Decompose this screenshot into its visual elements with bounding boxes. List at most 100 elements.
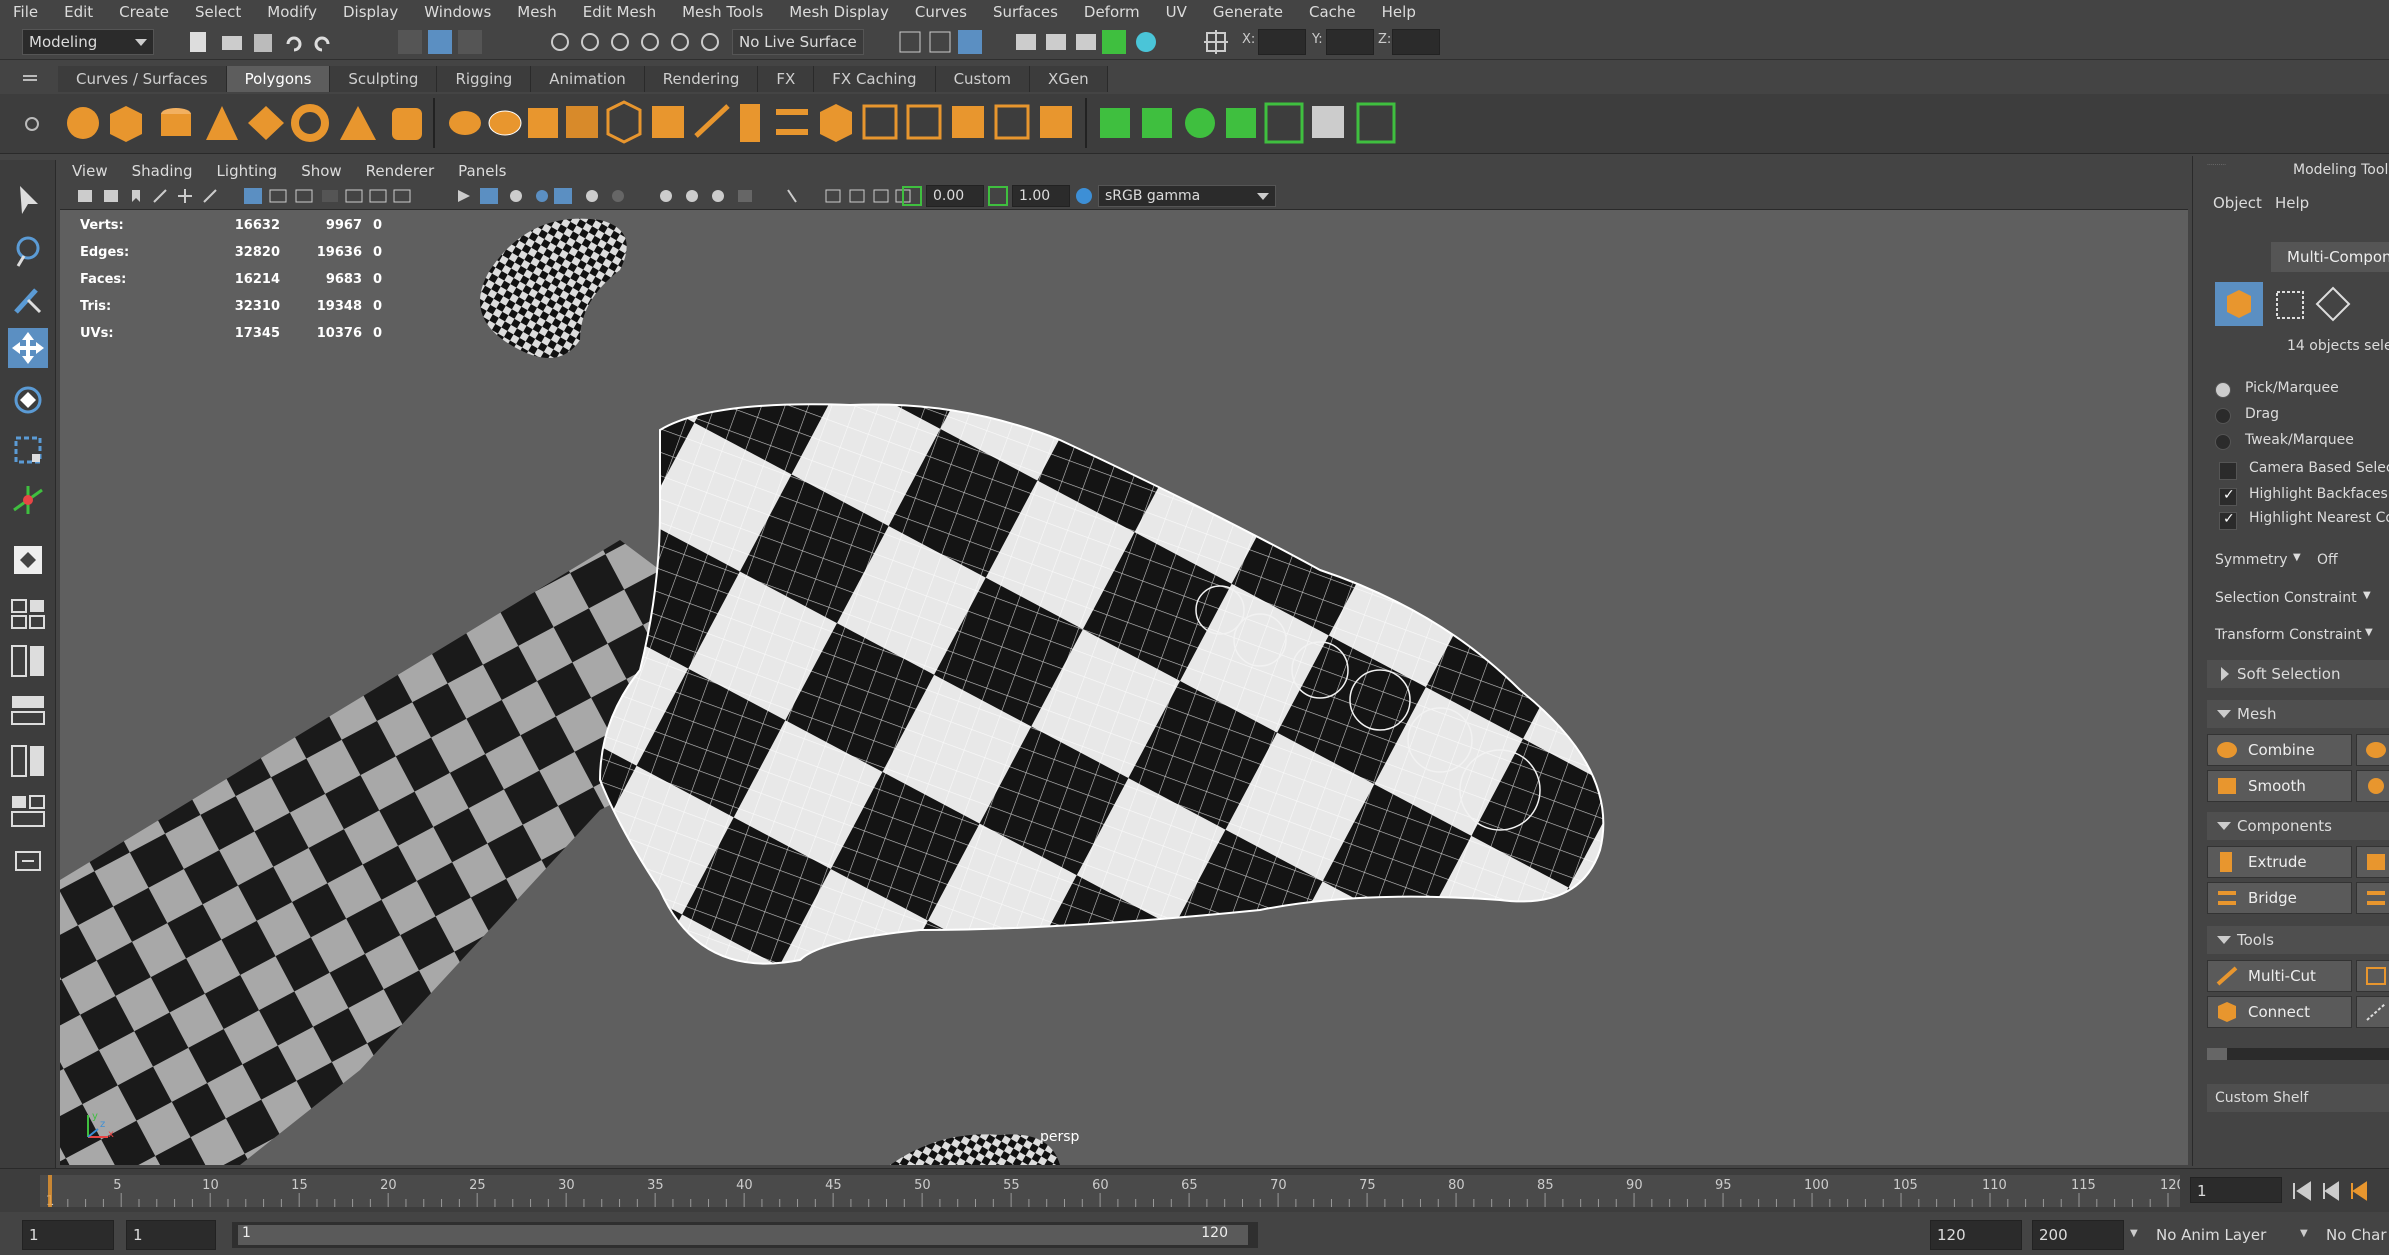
scene-canvas[interactable] (60, 210, 2188, 1165)
playback-start-field[interactable]: 1 (126, 1220, 216, 1250)
menu-display[interactable]: Display (330, 3, 411, 21)
last-tool-icon[interactable] (8, 540, 48, 580)
highlight-backfaces-checkbox[interactable]: ✓ (2219, 487, 2237, 506)
transform-constraint-dropdown[interactable]: Transform Constraint (2215, 627, 2362, 643)
gamma-icon[interactable] (988, 186, 1008, 206)
menu-edit[interactable]: Edit (51, 3, 106, 21)
menu-mesh[interactable]: Mesh (504, 3, 570, 21)
panel-tools-icons[interactable] (74, 186, 934, 206)
component-mode-icons[interactable] (2215, 280, 2389, 328)
menu-mesh-tools[interactable]: Mesh Tools (669, 3, 776, 21)
select-tool-icon[interactable] (8, 180, 48, 220)
menu-cache[interactable]: Cache (1296, 3, 1369, 21)
shelf-tab-fx-caching[interactable]: FX Caching (814, 66, 936, 92)
drag-radio[interactable] (2215, 408, 2231, 424)
lasso-tool-icon[interactable] (8, 230, 48, 270)
mode-dropdown[interactable]: Modeling (22, 29, 154, 55)
shelf-tab-rigging[interactable]: Rigging (437, 66, 532, 92)
tools-section[interactable]: Tools (2207, 926, 2389, 954)
shelf-tab-custom[interactable]: Custom (935, 66, 1031, 92)
paint-select-icon[interactable] (8, 280, 48, 320)
menu-modify[interactable]: Modify (254, 3, 330, 21)
menu-windows[interactable]: Windows (411, 3, 504, 21)
layout-graph-icon[interactable] (8, 740, 48, 780)
shelf-tab-animation[interactable]: Animation (531, 66, 645, 92)
live-surface-field[interactable]: No Live Surface (732, 29, 864, 55)
selection-constraint-dropdown[interactable]: Selection Constraint (2215, 590, 2357, 606)
mesh-section[interactable]: Mesh (2207, 700, 2389, 728)
perspective-viewport[interactable]: Verts: 16632 9967 0 Edges: 32820 19636 0 Faces: 1… (60, 210, 2188, 1165)
bridge-button[interactable]: Bridge (2207, 882, 2352, 914)
shelf-tab-sculpting[interactable]: Sculpting (330, 66, 438, 92)
snap-tools-group[interactable] (548, 30, 728, 54)
universal-manipulator-icon[interactable] (8, 480, 48, 520)
rotate-tool-icon[interactable] (8, 380, 48, 420)
character-set-dropdown[interactable]: No Char (2320, 1220, 2389, 1250)
scale-tool-icon[interactable] (8, 430, 48, 470)
menu-surfaces[interactable]: Surfaces (980, 3, 1071, 21)
multicut-button[interactable]: Multi-Cut (2207, 960, 2352, 992)
menu-create[interactable]: Create (106, 3, 182, 21)
pick-marquee-radio[interactable] (2215, 382, 2231, 398)
camera-based-select-checkbox[interactable] (2219, 462, 2237, 480)
color-space-dropdown[interactable]: sRGB gamma (1098, 185, 1276, 207)
toolkit-menu-help[interactable]: Help (2275, 194, 2309, 212)
time-slider[interactable]: 1510152025303540455055606570758085909510… (0, 1168, 2389, 1212)
symmetry-label[interactable]: Symmetry (2215, 552, 2288, 568)
menu-select[interactable]: Select (182, 3, 254, 21)
symmetry-value[interactable]: Off (2317, 552, 2338, 568)
menu-help[interactable]: Help (1369, 3, 1429, 21)
bevel-button[interactable] (2356, 846, 2389, 878)
layout-extra-icon[interactable] (8, 840, 48, 880)
shelf-tab-curves-surfaces[interactable]: Curves / Surfaces (58, 66, 227, 92)
transform-icon[interactable] (1204, 30, 1232, 54)
shelf-menu-icon[interactable] (20, 70, 40, 90)
anim-layer-dropdown[interactable]: No Anim Layer (2150, 1220, 2290, 1250)
shelf-tab-fx[interactable]: FX (758, 66, 815, 92)
soft-selection-section[interactable]: Soft Selection (2207, 660, 2389, 688)
combine-button[interactable]: Combine (2207, 734, 2352, 766)
layout-persp-icon[interactable] (8, 790, 48, 830)
separate-button[interactable] (2356, 734, 2389, 766)
render-tools-group[interactable] (896, 28, 1156, 56)
viewport-menu-view[interactable]: View (60, 162, 120, 180)
toolkit-menu-object[interactable]: Object (2213, 194, 2262, 212)
viewport-menu-renderer[interactable]: Renderer (354, 162, 446, 180)
current-frame-field[interactable]: 1 (2190, 1177, 2282, 1203)
toolkit-scrollbar[interactable] (2207, 1048, 2389, 1060)
smooth-button[interactable]: Smooth (2207, 770, 2352, 802)
scene-start-field[interactable]: 1 (22, 1220, 114, 1250)
components-section[interactable]: Components (2207, 812, 2389, 840)
scene-end-field[interactable]: 200 (2032, 1220, 2124, 1250)
layout-single-icon[interactable] (8, 590, 48, 630)
viewport-menu-panels[interactable]: Panels (446, 162, 518, 180)
shelf-tab-polygons[interactable]: Polygons (226, 66, 331, 92)
panel-grip[interactable]: .......... (2207, 160, 2226, 167)
menu-edit-mesh[interactable]: Edit Mesh (570, 3, 669, 21)
multi-component-button[interactable]: Multi-Compon (2271, 242, 2389, 272)
viewport-menu-lighting[interactable]: Lighting (205, 162, 290, 180)
move-tool-button[interactable] (8, 328, 48, 368)
target-weld-button[interactable] (2356, 960, 2389, 992)
layout-outliner-icon[interactable] (8, 690, 48, 730)
menu-generate[interactable]: Generate (1200, 3, 1296, 21)
connect-button[interactable]: Connect (2207, 996, 2352, 1028)
tweak-marquee-radio[interactable] (2215, 434, 2231, 450)
custom-shelf-section[interactable]: Custom Shelf (2207, 1084, 2389, 1112)
menu-file[interactable]: File (0, 3, 51, 21)
menu-uv[interactable]: UV (1153, 3, 1200, 21)
menu-deform[interactable]: Deform (1071, 3, 1153, 21)
z-field[interactable] (1392, 29, 1440, 55)
shelf-tab-rendering[interactable]: Rendering (644, 66, 759, 92)
playhead[interactable] (48, 1175, 52, 1207)
time-slider-track[interactable]: 1510152025303540455055606570758085909510… (40, 1175, 2180, 1207)
range-slider-handle[interactable]: 1 120 (238, 1225, 1248, 1245)
selection-mask-group[interactable] (396, 28, 486, 56)
viewport-menu-shading[interactable]: Shading (120, 162, 205, 180)
shelf-tab-xgen[interactable]: XGen (1030, 66, 1108, 92)
file-tools-group[interactable] (188, 30, 358, 54)
menu-curves[interactable]: Curves (902, 3, 980, 21)
playback-controls[interactable] (2290, 1179, 2380, 1203)
shelf-icons[interactable] (62, 94, 1502, 154)
shelf-settings-icon[interactable] (22, 114, 42, 134)
